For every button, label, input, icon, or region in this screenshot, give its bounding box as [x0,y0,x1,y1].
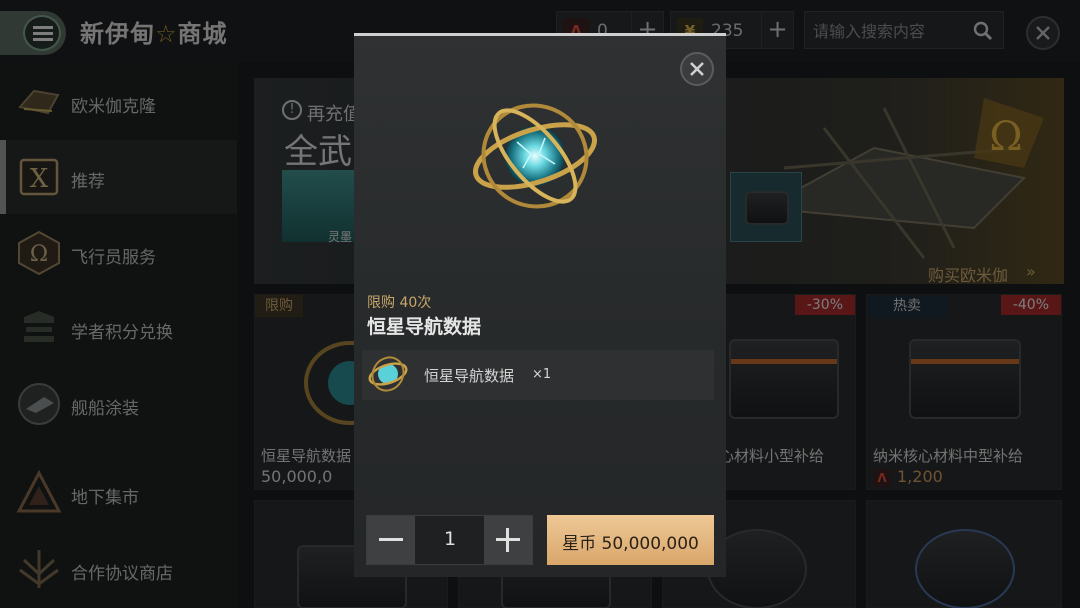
minus-icon [379,538,403,541]
close-dialog-button[interactable] [680,52,714,86]
item-name: 恒星导航数据 [367,316,482,338]
purchase-limit-label: 限购 40次 [367,295,432,311]
content-item-name: 恒星导航数据 [424,367,515,385]
decrease-quantity-button[interactable] [367,516,415,564]
close-icon [690,62,704,76]
purchase-dialog: 限购 40次 恒星导航数据 恒星导航数据 ×1 1 星币 50,000,000 [354,33,726,577]
quantity-stepper: 1 [366,515,533,565]
plus-icon-vertical [506,528,509,552]
buy-button-label: 星币 50,000,000 [562,534,699,554]
bundle-content-row: 恒星导航数据 ×1 [362,350,714,400]
buy-button[interactable]: 星币 50,000,000 [547,515,714,565]
increase-quantity-button[interactable] [484,516,532,564]
quantity-value[interactable]: 1 [415,528,485,550]
content-item-quantity: ×1 [532,367,552,382]
stellar-navigation-data-icon [368,356,408,392]
stellar-navigation-data-icon [472,103,598,209]
